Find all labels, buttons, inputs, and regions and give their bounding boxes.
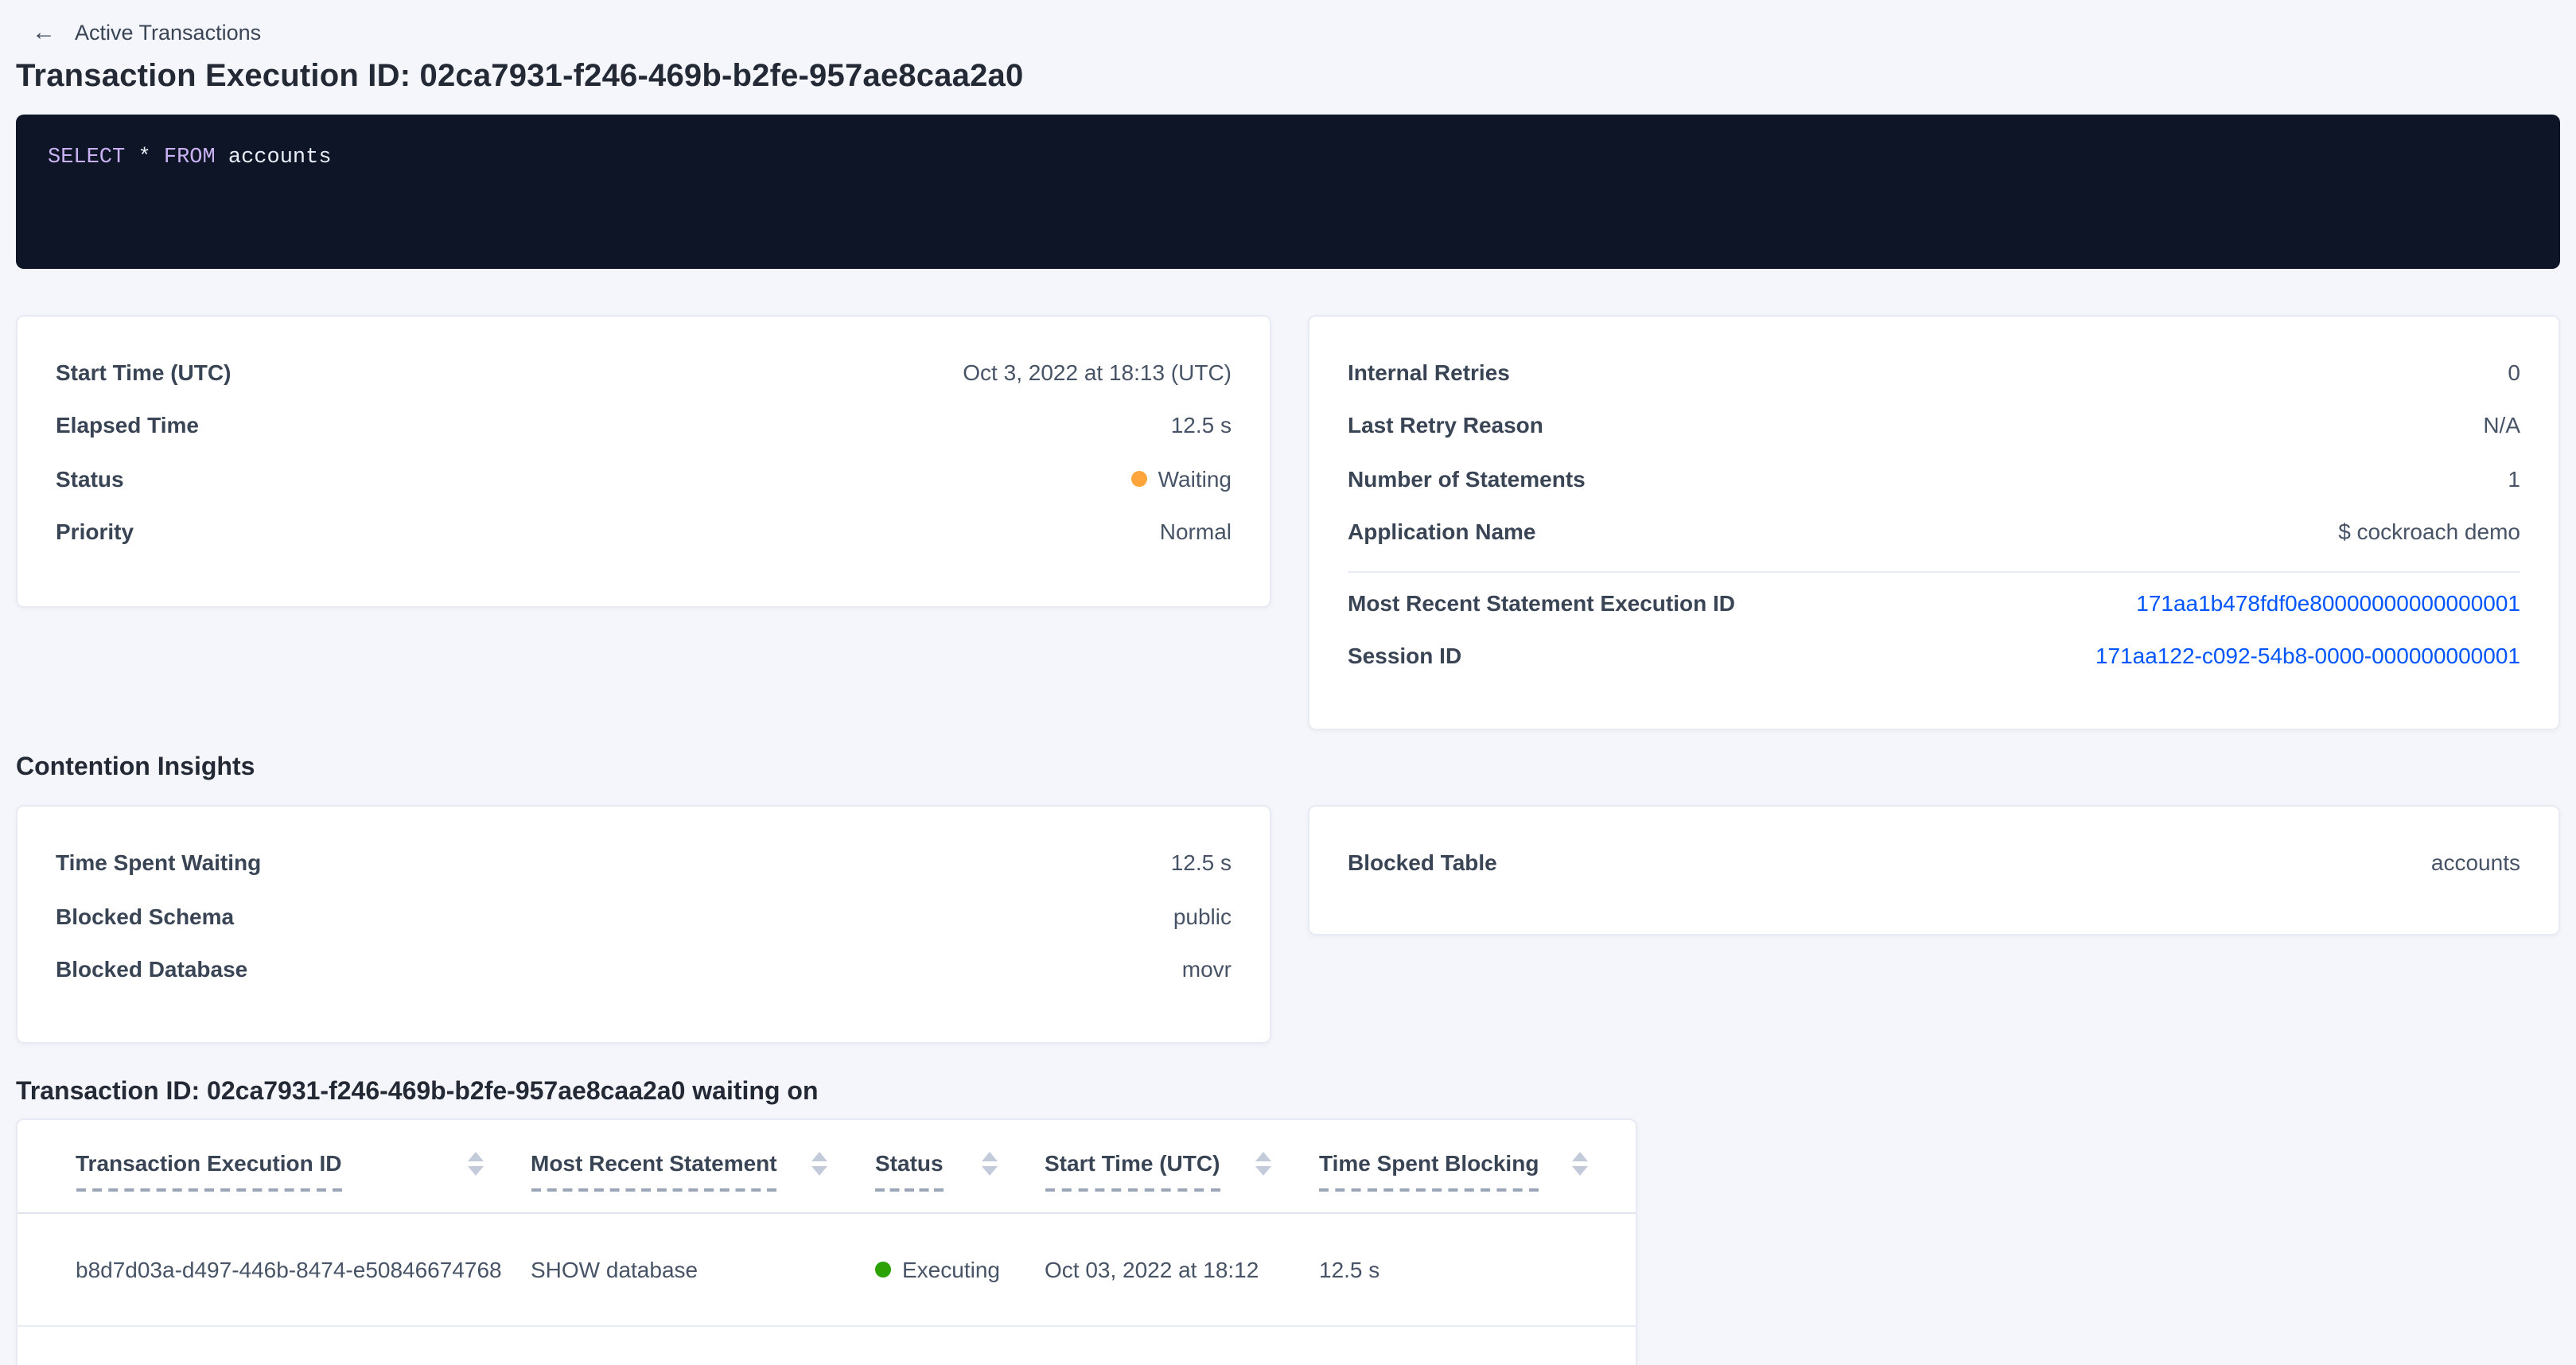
contention-cards-row: Time Spent Waiting 12.5 s Blocked Schema… <box>16 805 2560 1044</box>
status-badge: Waiting <box>1131 466 1232 493</box>
transaction-details-page: ← Active Transactions Transaction Execut… <box>0 0 2576 1365</box>
cell-transaction-execution-id: b8d7d03a-d497-446b-8474-e50846674768 <box>76 1257 531 1282</box>
row-label: Priority <box>56 519 134 546</box>
back-link[interactable]: ← Active Transactions <box>0 0 2576 48</box>
summary-row-application-name: Application Name $ cockroach demo <box>1348 506 2520 559</box>
sort-arrows-icon[interactable] <box>1572 1152 1588 1176</box>
card-divider <box>1348 571 2520 573</box>
sort-arrows-icon[interactable] <box>811 1152 827 1176</box>
row-label: Most Recent Statement Execution ID <box>1348 590 1735 617</box>
summary-cards-row: Start Time (UTC) Oct 3, 2022 at 18:13 (U… <box>16 314 2560 729</box>
status-text: Waiting <box>1158 466 1232 493</box>
row-value: Normal <box>1160 519 1232 546</box>
row-label: Last Retry Reason <box>1348 413 1543 440</box>
column-header-most-recent-statement[interactable]: Most Recent Statement <box>531 1150 875 1212</box>
row-label: Internal Retries <box>1348 360 1510 387</box>
row-value: 12.5 s <box>1171 850 1232 877</box>
summary-row-number-of-statements: Number of Statements 1 <box>1348 453 2520 506</box>
waiting-on-heading: Transaction ID: 02ca7931-f246-469b-b2fe-… <box>16 1077 2560 1109</box>
statement-execution-id-link[interactable]: 171aa1b478fdf0e80000000000000001 <box>2136 590 2520 617</box>
summary-row-statement-execution-id: Most Recent Statement Execution ID 171aa… <box>1348 577 2520 630</box>
row-value: 1 <box>2508 466 2520 493</box>
cell-most-recent-statement: SHOW database <box>531 1257 875 1282</box>
cell-time-spent-blocking: 12.5 s <box>1319 1257 1636 1282</box>
row-label: Elapsed Time <box>56 413 199 440</box>
summary-row-internal-retries: Internal Retries 0 <box>1348 346 2520 399</box>
waiting-on-table: Transaction Execution ID Most Recent Sta… <box>16 1118 1637 1365</box>
column-label: Status <box>875 1150 944 1192</box>
sql-keyword: FROM <box>164 146 216 170</box>
column-label: Time Spent Blocking <box>1319 1150 1539 1192</box>
summary-row-elapsed-time: Elapsed Time 12.5 s <box>56 399 1232 453</box>
status-text: Executing <box>902 1257 1000 1282</box>
sort-arrows-icon[interactable] <box>1255 1152 1271 1176</box>
back-link-label[interactable]: Active Transactions <box>75 19 261 48</box>
row-label: Session ID <box>1348 644 1461 671</box>
row-value: public <box>1173 904 1232 931</box>
column-header-status[interactable]: Status <box>875 1150 1045 1212</box>
contention-card-left: Time Spent Waiting 12.5 s Blocked Schema… <box>16 805 1271 1044</box>
row-label: Blocked Schema <box>56 904 234 931</box>
sort-arrows-icon[interactable] <box>467 1152 483 1176</box>
contention-row-blocked-table: Blocked Table accounts <box>1348 837 2520 890</box>
sql-keyword: SELECT <box>48 146 125 170</box>
table-header-row: Transaction Execution ID Most Recent Sta… <box>18 1120 1636 1214</box>
sql-token: * <box>138 146 150 170</box>
column-label: Start Time (UTC) <box>1045 1150 1220 1192</box>
row-value: 0 <box>2508 360 2520 387</box>
row-label: Start Time (UTC) <box>56 360 231 387</box>
column-header-time-spent-blocking[interactable]: Time Spent Blocking <box>1319 1150 1636 1212</box>
row-value: $ cockroach demo <box>2338 519 2520 546</box>
contention-row-blocked-schema: Blocked Schema public <box>56 890 1232 943</box>
row-label: Application Name <box>1348 519 1536 546</box>
contention-card-right: Blocked Table accounts <box>1308 805 2560 935</box>
row-value: N/A <box>2483 413 2520 440</box>
status-waiting-dot-icon <box>1131 472 1147 488</box>
row-label: Blocked Table <box>1348 850 1497 877</box>
summary-card-left: Start Time (UTC) Oct 3, 2022 at 18:13 (U… <box>16 314 1271 607</box>
row-value: Oct 3, 2022 at 18:13 (UTC) <box>963 360 1232 387</box>
row-value: movr <box>1182 957 1232 984</box>
summary-row-status: Status Waiting <box>56 453 1232 506</box>
summary-row-start-time: Start Time (UTC) Oct 3, 2022 at 18:13 (U… <box>56 346 1232 399</box>
row-label: Status <box>56 466 124 493</box>
contention-row-blocked-database: Blocked Database movr <box>56 943 1232 997</box>
sql-statement-box: SELECT * FROM accounts <box>16 115 2560 269</box>
contention-row-time-spent-waiting: Time Spent Waiting 12.5 s <box>56 837 1232 890</box>
column-header-transaction-execution-id[interactable]: Transaction Execution ID <box>76 1150 531 1212</box>
status-executing-dot-icon <box>875 1262 891 1278</box>
cell-status: Executing <box>875 1257 1045 1282</box>
summary-row-last-retry-reason: Last Retry Reason N/A <box>1348 399 2520 453</box>
column-header-start-time[interactable]: Start Time (UTC) <box>1045 1150 1319 1212</box>
cell-start-time: Oct 03, 2022 at 18:12 <box>1045 1257 1319 1282</box>
page-title: Transaction Execution ID: 02ca7931-f246-… <box>16 57 2560 95</box>
sql-token: accounts <box>228 146 332 170</box>
row-value: 12.5 s <box>1171 413 1232 440</box>
row-label: Number of Statements <box>1348 466 1586 493</box>
contention-insights-heading: Contention Insights <box>16 752 2560 784</box>
row-value: accounts <box>2431 850 2520 877</box>
arrow-left-icon: ← <box>32 19 56 48</box>
sort-arrows-icon[interactable] <box>981 1152 997 1176</box>
column-label: Transaction Execution ID <box>76 1150 342 1192</box>
row-label: Blocked Database <box>56 957 247 984</box>
table-row: b8d7d03a-d497-446b-8474-e50846674768 SHO… <box>18 1214 1636 1327</box>
summary-row-priority: Priority Normal <box>56 506 1232 559</box>
session-id-link[interactable]: 171aa122-c092-54b8-0000-000000000001 <box>2095 644 2520 671</box>
summary-row-session-id: Session ID 171aa122-c092-54b8-0000-00000… <box>1348 630 2520 683</box>
column-label: Most Recent Statement <box>531 1150 777 1192</box>
summary-card-right: Internal Retries 0 Last Retry Reason N/A… <box>1308 314 2560 729</box>
row-label: Time Spent Waiting <box>56 850 261 877</box>
